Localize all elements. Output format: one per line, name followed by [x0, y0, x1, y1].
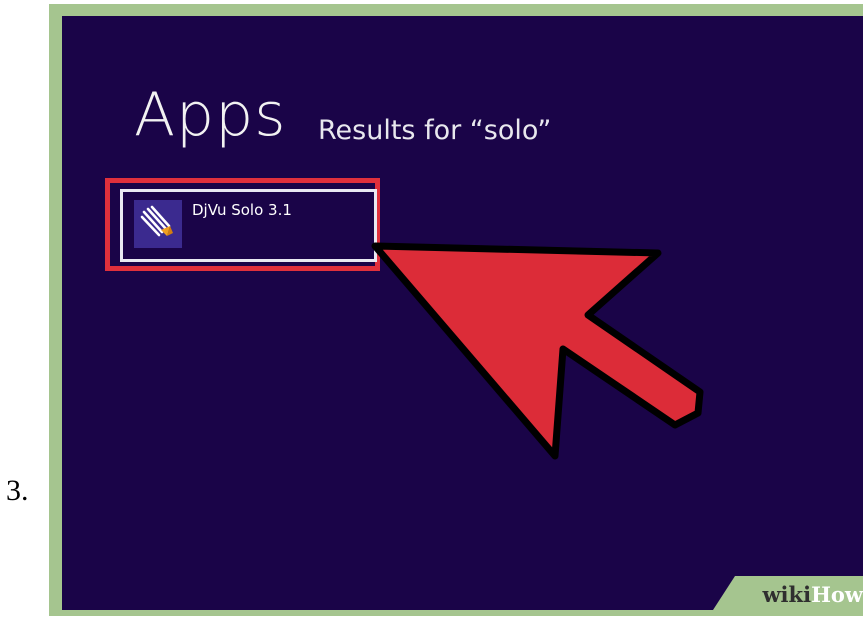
page-title: Apps — [134, 80, 287, 150]
watermark: wikiHow — [713, 576, 863, 610]
watermark-wiki: wiki — [762, 582, 812, 607]
app-label: DjVu Solo 3.1 — [192, 201, 292, 219]
app-tile-djvu-solo[interactable]: DjVu Solo 3.1 — [120, 189, 377, 262]
djvu-solo-icon — [134, 200, 182, 248]
watermark-how: How — [811, 582, 863, 607]
search-results-label: Results for “solo” — [318, 115, 552, 146]
step-number: 3. — [6, 474, 29, 507]
start-screen: Apps Results for “solo” DjVu Solo 3.1 wi… — [62, 16, 863, 610]
